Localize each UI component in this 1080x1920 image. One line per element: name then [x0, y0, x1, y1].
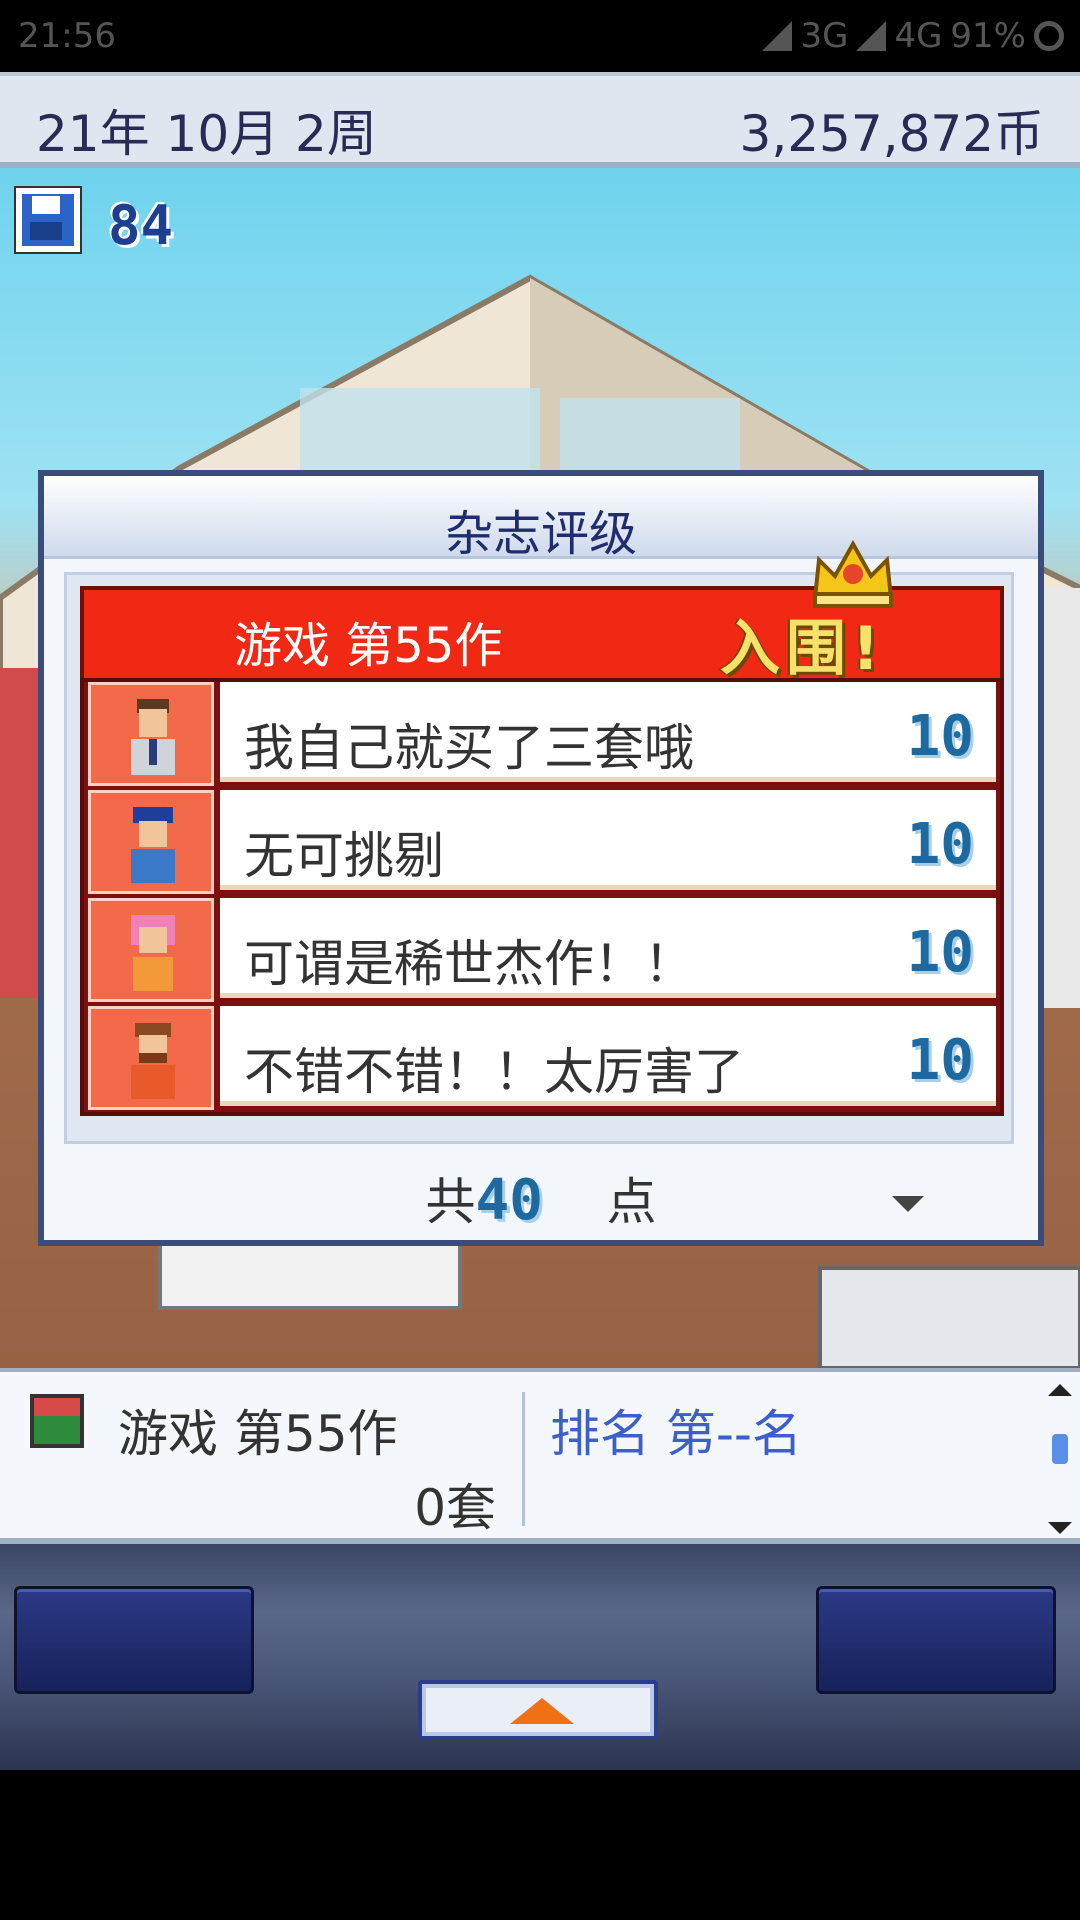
- continue-arrow-icon[interactable]: [892, 1196, 924, 1212]
- save-disk-icon[interactable]: [14, 186, 82, 254]
- reviewer-cap-boy-avatar: [131, 807, 175, 883]
- review-score: 10: [906, 704, 974, 769]
- review-comment: 无可挑剔: [244, 827, 444, 885]
- battery-level: 91%: [950, 16, 1026, 56]
- crown-icon: [812, 539, 894, 608]
- scroll-thumb[interactable]: [1052, 1434, 1068, 1464]
- signal-icon: [856, 21, 887, 51]
- review-row: 不错不错！！太厉害了 10: [88, 1006, 996, 1110]
- total-score: 共40 点: [44, 1162, 1038, 1234]
- review-comment-box: 不错不错！！太厉害了 10: [220, 1006, 996, 1106]
- save-count: 84: [108, 194, 174, 257]
- status-bar: 21:56 3G 4G 91%: [0, 0, 1080, 72]
- info-sales-count: 0套: [414, 1479, 496, 1537]
- scroll-down-icon[interactable]: [1048, 1522, 1072, 1534]
- signal-icon: [762, 21, 793, 51]
- bottom-nav: [0, 1544, 1080, 1770]
- reviewer-avatar-frame: [88, 682, 214, 786]
- reviewer-avatar-frame: [88, 898, 214, 1002]
- expand-menu-button[interactable]: [418, 1680, 658, 1740]
- game-date: 21年 10月 2周: [36, 105, 377, 163]
- review-comment: 我自己就买了三套哦: [244, 719, 694, 777]
- network-3g-label: 3G: [800, 16, 849, 56]
- top-info-bar: 21年 10月 2周 3,257,872币: [0, 72, 1080, 168]
- info-divider: [522, 1392, 525, 1526]
- review-row: 无可挑剔 10: [88, 790, 996, 894]
- rated-game-title: 游戏 第55作: [234, 618, 503, 674]
- nominated-badge: 入围!: [720, 614, 886, 684]
- up-arrow-icon: [510, 1698, 574, 1724]
- status-time: 21:56: [18, 16, 116, 56]
- total-prefix: 共: [425, 1173, 476, 1231]
- review-comment-box: 无可挑剔 10: [220, 790, 996, 890]
- game-thumbnail-icon: [30, 1394, 84, 1448]
- total-suffix: 点: [606, 1173, 657, 1231]
- battery-icon: [1034, 21, 1064, 51]
- total-score-value: 40: [475, 1168, 543, 1233]
- right-menu-button[interactable]: [816, 1586, 1056, 1694]
- review-comment: 不错不错！！太厉害了: [244, 1043, 744, 1101]
- review-score: 10: [906, 1028, 974, 1093]
- reviews-list: 我自己就买了三套哦 10 无可挑剔 10 可谓是稀世杰作！！ 10 不错不错！！…: [80, 678, 1004, 1116]
- review-comment-box: 可谓是稀世杰作！！ 10: [220, 898, 996, 998]
- review-score: 10: [906, 812, 974, 877]
- reviewer-girl-avatar: [131, 915, 175, 991]
- scroll-up-icon[interactable]: [1048, 1384, 1072, 1396]
- review-row: 可谓是稀世杰作！！ 10: [88, 898, 996, 1002]
- game-info-panel[interactable]: 游戏 第55作 0套 排名 第--名: [0, 1368, 1080, 1544]
- money-balance: 3,257,872币: [739, 105, 1044, 163]
- reviewer-avatar-frame: [88, 1006, 214, 1110]
- info-scrollbar[interactable]: [1046, 1384, 1074, 1534]
- magazine-rating-dialog[interactable]: 杂志评级 游戏 第55作 入围! 我自己就买了三套哦 10 无可挑剔 10 可谓…: [38, 470, 1044, 1246]
- left-menu-button[interactable]: [14, 1586, 254, 1694]
- info-ranking: 排名 第--名: [550, 1405, 802, 1463]
- review-row: 我自己就买了三套哦 10: [88, 682, 996, 786]
- review-score: 10: [906, 920, 974, 985]
- reviewer-avatar-frame: [88, 790, 214, 894]
- review-comment-box: 我自己就买了三套哦 10: [220, 682, 996, 782]
- status-icons: 3G 4G 91%: [762, 16, 1064, 56]
- review-comment: 可谓是稀世杰作！！: [244, 935, 694, 993]
- network-4g-label: 4G: [894, 16, 943, 56]
- info-game-title: 游戏 第55作: [118, 1405, 398, 1463]
- reviewer-businessman-avatar: [131, 699, 175, 775]
- reviewer-bearded-man-avatar: [131, 1023, 175, 1099]
